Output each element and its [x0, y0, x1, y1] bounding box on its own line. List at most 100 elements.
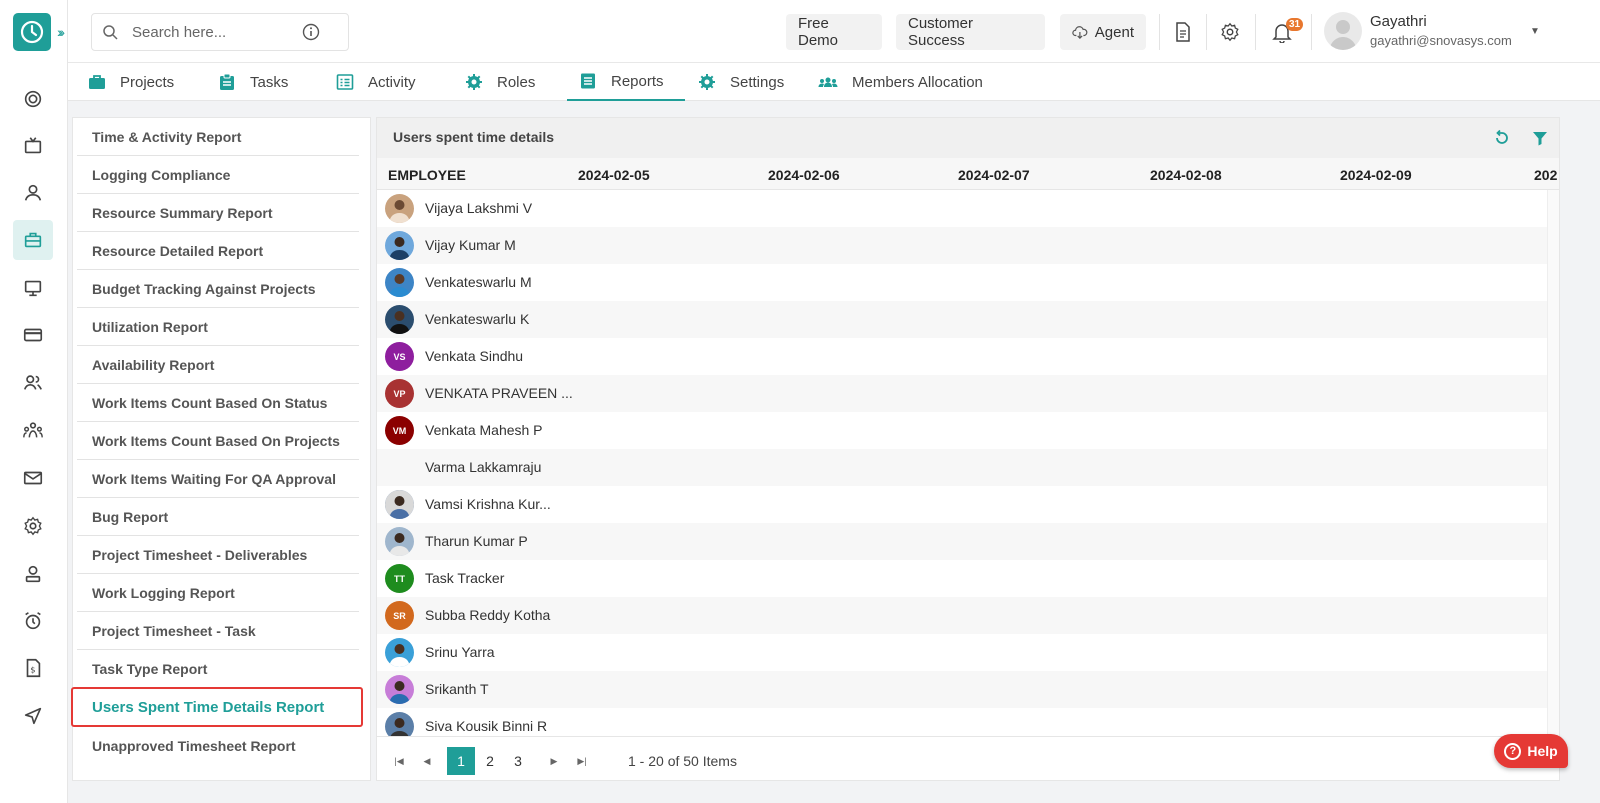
menu-item-resource-summary-report[interactable]: Resource Summary Report: [77, 194, 359, 232]
settings-gear-icon[interactable]: [1218, 20, 1242, 44]
employee-name: Vamsi Krishna Kur...: [425, 496, 551, 512]
app-logo-clock-icon[interactable]: [13, 13, 51, 51]
free-demo-button[interactable]: Free Demo: [786, 14, 882, 50]
table-row[interactable]: Venkateswarlu K: [377, 301, 1549, 338]
search-input[interactable]: [132, 23, 302, 41]
settings-gear-icon[interactable]: [13, 506, 53, 546]
previous-page-icon[interactable]: ◀: [413, 747, 441, 775]
document-icon[interactable]: [1171, 20, 1195, 44]
table-row[interactable]: Tharun Kumar P: [377, 523, 1549, 560]
tab-members-allocation[interactable]: Members Allocation: [818, 63, 983, 101]
table-row[interactable]: TT Task Tracker: [377, 560, 1549, 597]
team-icon[interactable]: [13, 411, 53, 451]
tv-icon[interactable]: [13, 126, 53, 166]
tab-label: Roles: [497, 73, 536, 91]
table-row[interactable]: Srikanth T: [377, 671, 1549, 708]
refresh-icon[interactable]: [1493, 129, 1511, 147]
table-row[interactable]: VP VENKATA PRAVEEN ...: [377, 375, 1549, 412]
person-badge-icon[interactable]: [13, 554, 53, 594]
table-row[interactable]: SR Subba Reddy Kotha: [377, 597, 1549, 634]
customer-success-button[interactable]: Customer Success: [896, 14, 1045, 50]
column-header-date[interactable]: 202: [1534, 167, 1557, 183]
help-button[interactable]: ? Help: [1494, 734, 1568, 768]
employee-name: Venkateswarlu K: [425, 311, 530, 327]
invoice-icon[interactable]: $: [13, 648, 53, 688]
table-scrollbar[interactable]: [1547, 190, 1559, 736]
column-header-date[interactable]: 2024-02-09: [1340, 167, 1412, 183]
next-page-icon[interactable]: ▶: [540, 747, 568, 775]
employee-name: Venkata Sindhu: [425, 348, 524, 364]
mail-icon[interactable]: [13, 458, 53, 498]
credit-card-icon[interactable]: [13, 315, 53, 355]
agent-button[interactable]: Agent: [1060, 14, 1146, 50]
table-row[interactable]: Vijaya Lakshmi V: [377, 190, 1549, 227]
menu-item-project-timesheet-deliverables[interactable]: Project Timesheet - Deliverables: [77, 536, 359, 574]
page-button-3[interactable]: 3: [504, 747, 532, 775]
tab-activity[interactable]: Activity: [336, 63, 416, 101]
page-button-1[interactable]: 1: [447, 747, 475, 775]
chevron-down-icon[interactable]: ▼: [1530, 26, 1540, 37]
avatar: [385, 231, 414, 260]
dashboard-target-icon[interactable]: [13, 79, 53, 119]
tab-reports[interactable]: Reports: [567, 63, 685, 101]
menu-item-budget-tracking[interactable]: Budget Tracking Against Projects: [77, 270, 359, 308]
menu-item-work-items-qa-approval[interactable]: Work Items Waiting For QA Approval: [77, 460, 359, 498]
menu-item-utilization-report[interactable]: Utilization Report: [77, 308, 359, 346]
menu-item-work-logging-report[interactable]: Work Logging Report: [77, 574, 359, 612]
menu-item-task-type-report[interactable]: Task Type Report: [77, 650, 359, 688]
column-header-employee[interactable]: EMPLOYEE: [388, 167, 466, 183]
table-row[interactable]: Varma Lakkamraju: [377, 449, 1549, 486]
menu-item-unapproved-timesheet-report[interactable]: Unapproved Timesheet Report: [77, 727, 359, 765]
menu-item-logging-compliance[interactable]: Logging Compliance: [77, 156, 359, 194]
search-icon: [103, 25, 118, 40]
help-label: Help: [1527, 743, 1558, 759]
column-header-date[interactable]: 2024-02-06: [768, 167, 840, 183]
tab-settings[interactable]: Settings: [698, 63, 784, 101]
user-icon[interactable]: [13, 173, 53, 213]
employee-name: VENKATA PRAVEEN ...: [425, 385, 573, 401]
column-header-date[interactable]: 2024-02-07: [958, 167, 1030, 183]
projects-briefcase-icon[interactable]: [13, 220, 53, 260]
table-row[interactable]: Venkateswarlu M: [377, 264, 1549, 301]
expand-rail-icon[interactable]: ›››: [57, 24, 65, 40]
avatar: [385, 194, 414, 223]
menu-item-work-items-by-status[interactable]: Work Items Count Based On Status: [77, 384, 359, 422]
tab-projects[interactable]: Projects: [88, 63, 174, 101]
tab-tasks[interactable]: Tasks: [218, 63, 288, 101]
column-header-date[interactable]: 2024-02-05: [578, 167, 650, 183]
alarm-clock-icon[interactable]: [13, 601, 53, 641]
menu-item-availability-report[interactable]: Availability Report: [77, 346, 359, 384]
column-header-date[interactable]: 2024-02-08: [1150, 167, 1222, 183]
table-row[interactable]: Vijay Kumar M: [377, 227, 1549, 264]
avatar[interactable]: [1324, 12, 1362, 50]
menu-item-resource-detailed-report[interactable]: Resource Detailed Report: [77, 232, 359, 270]
monitor-icon[interactable]: [13, 268, 53, 308]
users-icon[interactable]: [13, 363, 53, 403]
avatar: [385, 268, 414, 297]
table-row[interactable]: Vamsi Krishna Kur...: [377, 486, 1549, 523]
first-page-icon[interactable]: |◀: [385, 747, 413, 775]
tab-label: Reports: [611, 72, 664, 90]
avatar: VP: [385, 379, 414, 408]
menu-item-users-spent-time-details-report[interactable]: Users Spent Time Details Report: [71, 687, 363, 727]
menu-item-time-activity-report[interactable]: Time & Activity Report: [77, 118, 359, 156]
clipboard-icon: [220, 73, 234, 90]
group-icon: [818, 77, 838, 87]
filter-icon[interactable]: [1531, 129, 1549, 147]
menu-item-bug-report[interactable]: Bug Report: [77, 498, 359, 536]
table-row[interactable]: Srinu Yarra: [377, 634, 1549, 671]
last-page-icon[interactable]: ▶|: [568, 747, 596, 775]
page-button-2[interactable]: 2: [476, 747, 504, 775]
table-row[interactable]: VS Venkata Sindhu: [377, 338, 1549, 375]
table-row[interactable]: VM Venkata Mahesh P: [377, 412, 1549, 449]
info-icon[interactable]: [302, 23, 320, 41]
employee-name: Varma Lakkamraju: [425, 459, 542, 475]
menu-item-project-timesheet-task[interactable]: Project Timesheet - Task: [77, 612, 359, 650]
menu-item-work-items-by-projects[interactable]: Work Items Count Based On Projects: [77, 422, 359, 460]
tab-roles[interactable]: Roles: [465, 63, 535, 101]
send-icon[interactable]: [13, 696, 53, 736]
tab-label: Tasks: [250, 73, 289, 91]
search-box[interactable]: [91, 13, 349, 51]
avatar: [385, 527, 414, 556]
divider: [1311, 14, 1312, 50]
